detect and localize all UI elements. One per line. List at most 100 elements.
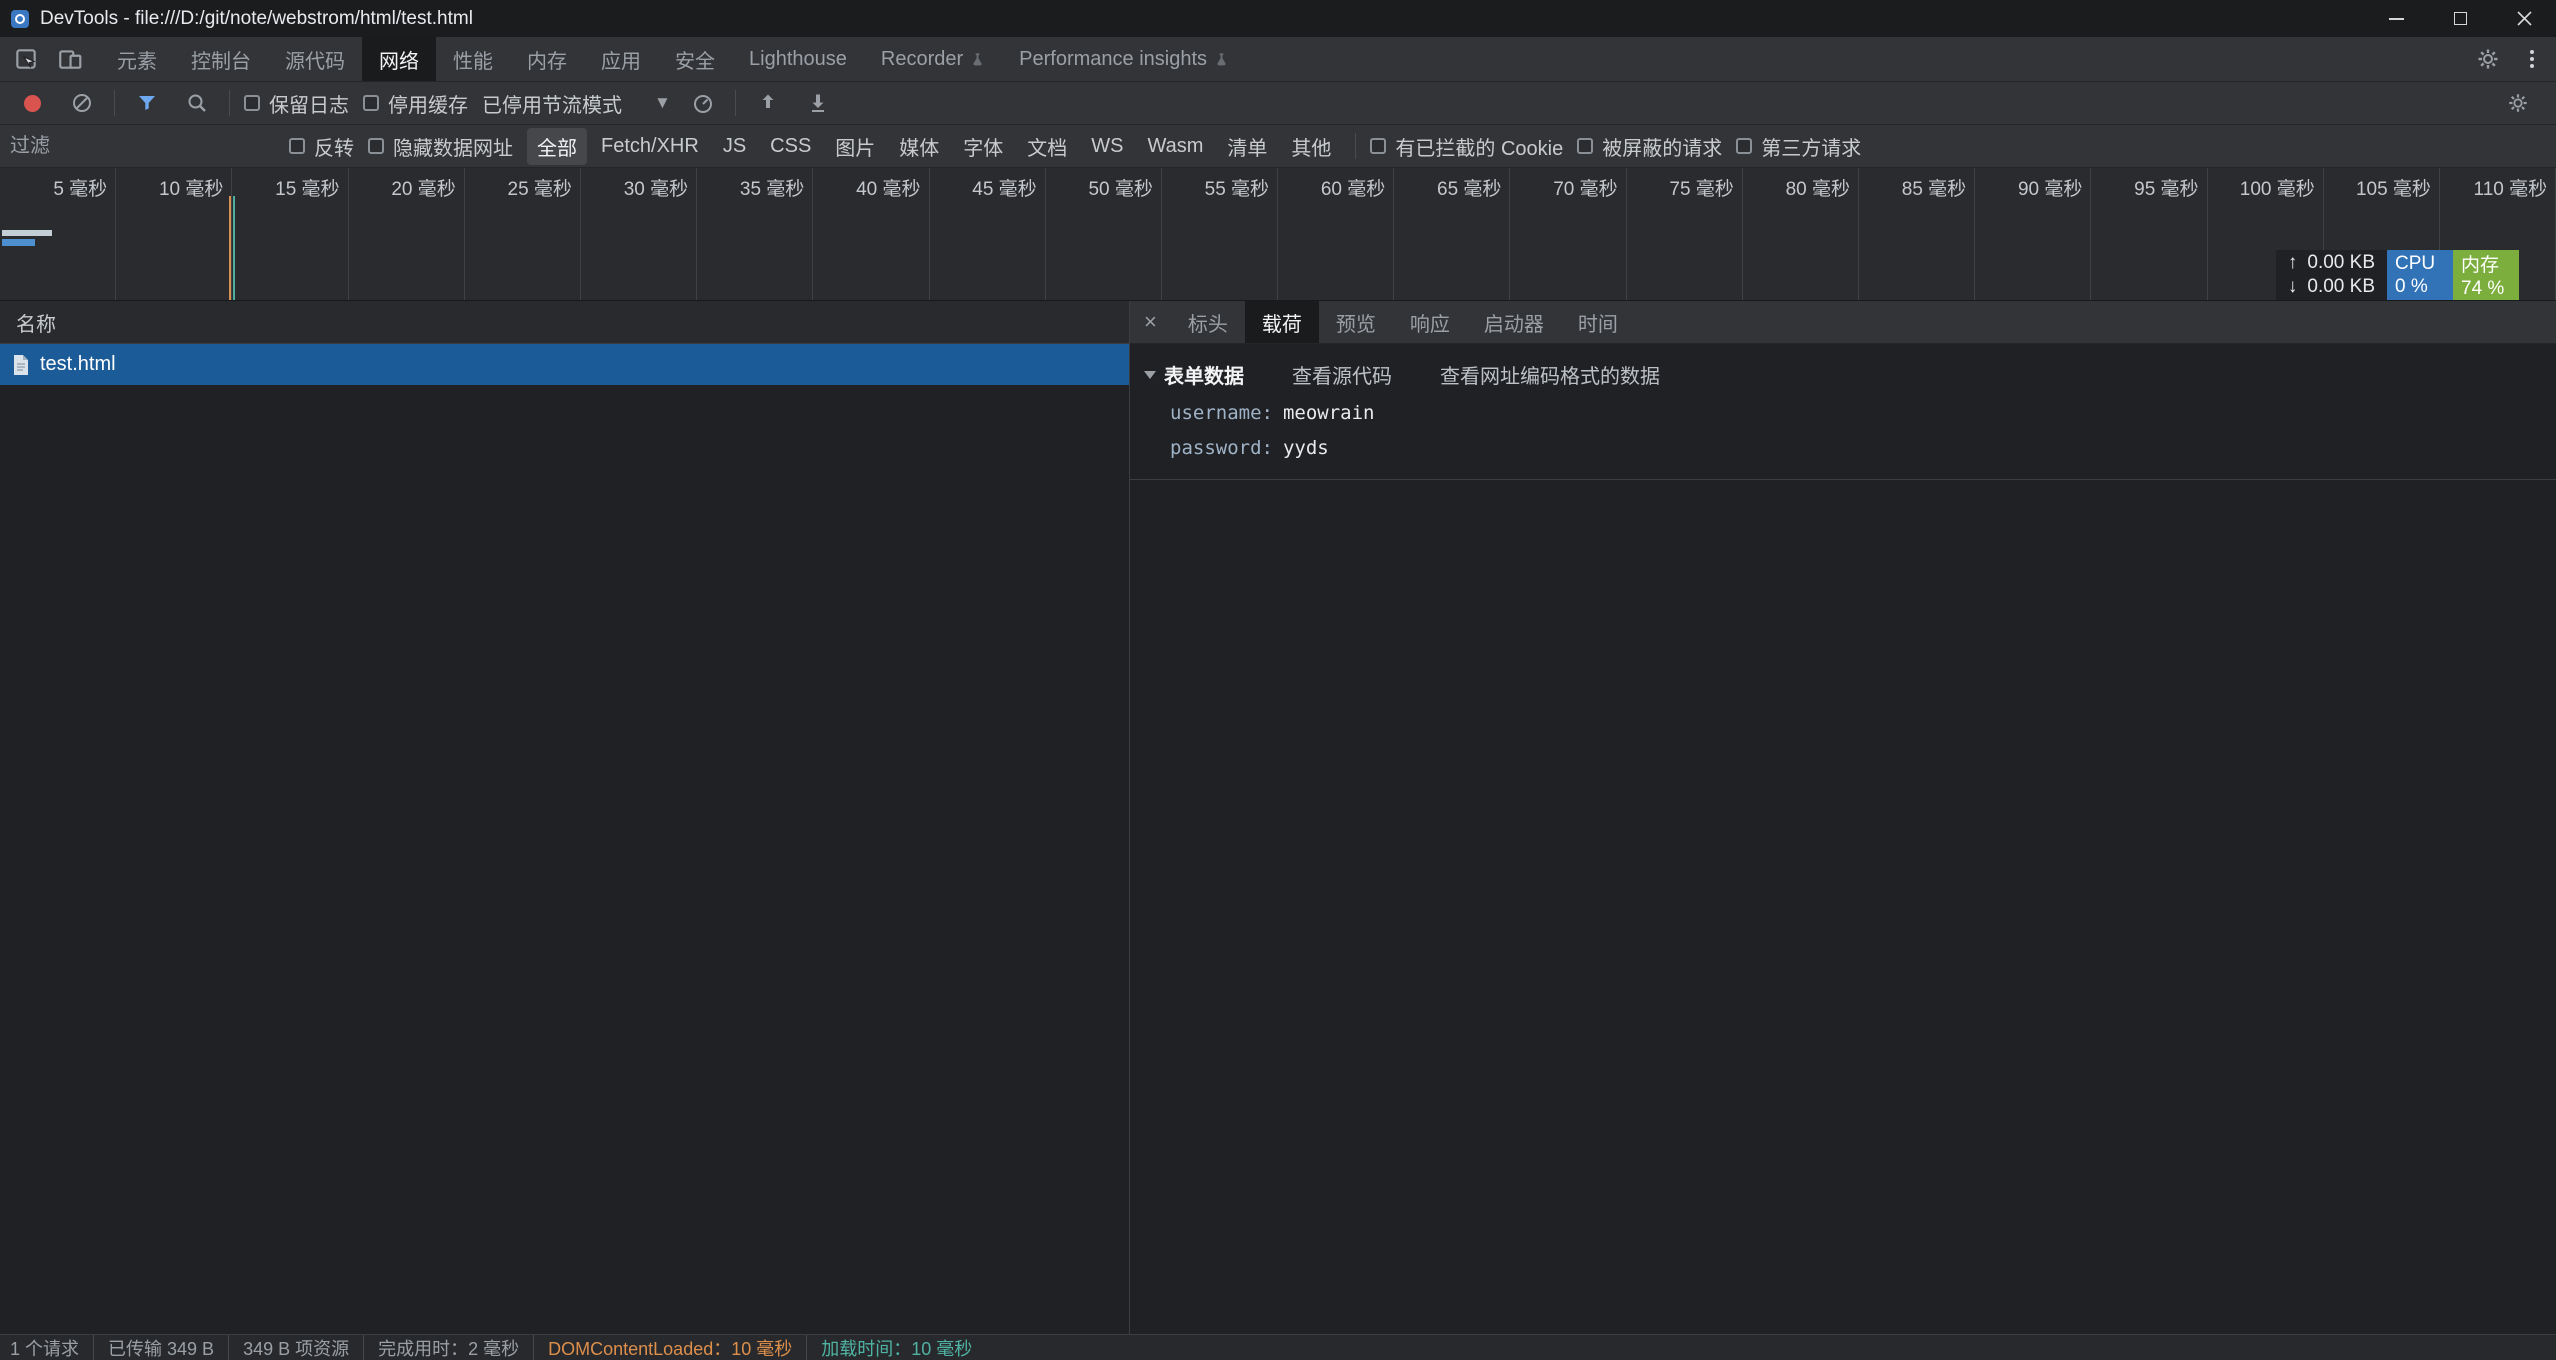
tab-security[interactable]: 安全 [658,37,732,81]
status-finish-time: 完成用时：2 毫秒 [363,1335,533,1360]
blocked-cookies-checkbox[interactable]: 有已拦截的 Cookie [1370,132,1563,161]
filter-type-js[interactable]: JS [713,131,756,162]
checkbox-icon[interactable] [1577,138,1593,154]
tab-sources[interactable]: 源代码 [268,37,362,81]
invert-filter-checkbox[interactable]: 反转 [289,132,354,161]
maximize-button[interactable] [2428,0,2492,37]
form-data-param: password yyds [1170,437,2556,459]
network-content: 名称 test.html × 标头 载荷 预览 响应 [0,301,2556,1334]
checkbox-icon[interactable] [368,138,384,154]
export-har-button[interactable] [800,86,836,120]
filter-type-media[interactable]: 媒体 [889,128,949,165]
divider [1130,479,2556,480]
settings-button[interactable] [2470,42,2506,76]
form-data-toggle[interactable]: 表单数据 [1144,360,1244,389]
overview-request-bar-blue [2,239,35,246]
tab-response[interactable]: 响应 [1393,301,1467,343]
device-toolbar-button[interactable] [52,42,88,76]
blocked-requests-checkbox[interactable]: 被屏蔽的请求 [1577,132,1722,161]
payload-view: 表单数据 查看源代码 查看网址编码格式的数据 username meowrain… [1130,344,2556,480]
filter-type-img[interactable]: 图片 [825,128,885,165]
tab-network[interactable]: 网络 [362,37,436,81]
filter-type-css[interactable]: CSS [760,131,821,162]
divider [114,90,115,116]
titlebar: DevTools - file:///D:/git/note/webstrom/… [0,0,2556,37]
throttling-dropdown[interactable]: 已停用节流模式 ▼ [482,89,671,118]
network-toolbar: 保留日志 停用缓存 已停用节流模式 ▼ [0,82,2556,125]
filter-type-all[interactable]: 全部 [527,128,587,165]
tab-recorder[interactable]: Recorder [864,37,1002,81]
checkbox-icon[interactable] [244,95,260,111]
panel-tabs: 元素 控制台 源代码 网络 性能 内存 应用 安全 Lighthouse Rec… [100,37,1246,81]
tab-console[interactable]: 控制台 [174,37,268,81]
timeline-tick: 80 毫秒 [1743,168,1859,300]
network-status-bar: 1 个请求 已传输 349 B 349 B 项资源 完成用时：2 毫秒 DOMC… [0,1334,2556,1360]
tab-timing[interactable]: 时间 [1561,301,1635,343]
search-button[interactable] [179,86,215,120]
checkbox-icon[interactable] [363,95,379,111]
download-kb-value: 0.00 KB [2307,276,2375,298]
clear-network-log-button[interactable] [64,86,100,120]
tab-headers[interactable]: 标头 [1171,301,1245,343]
network-overview-timeline[interactable]: 5 毫秒 10 毫秒 15 毫秒 20 毫秒 25 毫秒 30 毫秒 35 毫秒… [0,168,2556,301]
tab-elements[interactable]: 元素 [100,37,174,81]
timeline-tick: 45 毫秒 [930,168,1046,300]
filter-type-other[interactable]: 其他 [1281,128,1341,165]
filter-type-manifest[interactable]: 清单 [1217,128,1277,165]
more-options-button[interactable] [2514,42,2550,76]
status-load-time: 加载时间：10 毫秒 [806,1335,986,1360]
tab-preview[interactable]: 预览 [1319,301,1393,343]
kebab-menu-icon [2530,57,2534,61]
divider [229,90,230,116]
tab-lighthouse[interactable]: Lighthouse [732,37,864,81]
disable-cache-checkbox[interactable]: 停用缓存 [363,89,468,118]
network-settings-button[interactable] [2500,86,2536,120]
minimize-button[interactable] [2364,0,2428,37]
filter-toggle-button[interactable] [129,86,165,120]
tab-application[interactable]: 应用 [584,37,658,81]
timeline-tick: 95 毫秒 [2091,168,2207,300]
clear-icon [70,91,94,115]
hide-data-urls-checkbox[interactable]: 隐藏数据网址 [368,132,513,161]
request-name: test.html [40,353,116,376]
memory-usage-badge: 内存 74 % [2453,250,2519,300]
tab-payload[interactable]: 载荷 [1245,301,1319,343]
checkbox-icon[interactable] [289,138,305,154]
close-details-button[interactable]: × [1130,309,1171,335]
checkbox-icon[interactable] [1370,138,1386,154]
view-source-link[interactable]: 查看源代码 [1292,360,1392,389]
filter-type-fetch-xhr[interactable]: Fetch/XHR [591,131,709,162]
filter-type-doc[interactable]: 文档 [1017,128,1077,165]
import-har-button[interactable] [750,86,786,120]
gear-icon [2476,47,2500,71]
inspect-element-button[interactable] [8,42,44,76]
timeline-tick: 20 毫秒 [349,168,465,300]
record-network-log-button[interactable] [14,86,50,120]
close-button[interactable] [2492,0,2556,37]
requests-name-column-header[interactable]: 名称 [0,301,1129,344]
network-conditions-gauge-icon [691,91,715,115]
filter-type-wasm[interactable]: Wasm [1138,131,1214,162]
filter-type-ws[interactable]: WS [1081,131,1133,162]
devtools-app-icon [10,9,30,29]
tab-performance-insights[interactable]: Performance insights [1002,37,1246,81]
preserve-log-checkbox[interactable]: 保留日志 [244,89,349,118]
maximize-icon [2454,12,2467,25]
device-toolbar-icon [57,46,83,72]
timeline-tick: 40 毫秒 [813,168,929,300]
document-icon [12,354,30,376]
filter-input[interactable] [10,135,275,158]
divider [735,90,736,116]
network-conditions-button[interactable] [685,86,721,120]
gear-icon [2507,92,2529,114]
third-party-requests-checkbox[interactable]: 第三方请求 [1736,132,1861,161]
checkbox-icon[interactable] [1736,138,1752,154]
view-url-encoded-link[interactable]: 查看网址编码格式的数据 [1440,360,1660,389]
tab-initiator[interactable]: 启动器 [1467,301,1561,343]
timeline-tick: 35 毫秒 [697,168,813,300]
minimize-icon [2389,18,2404,20]
filter-type-font[interactable]: 字体 [953,128,1013,165]
request-row-test-html[interactable]: test.html [0,344,1129,385]
tab-performance[interactable]: 性能 [436,37,510,81]
tab-memory[interactable]: 内存 [510,37,584,81]
